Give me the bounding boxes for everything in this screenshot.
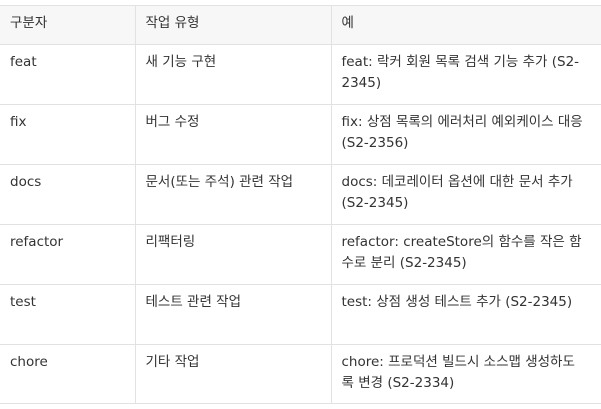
example-cell: fix: 상점 목록의 에러처리 예외케이스 대응 (S2-2356) [330,104,601,165]
desc-cell: 버그 수정 [134,104,332,165]
example-cell: feat: 락커 회원 목록 검색 기능 추가 (S2-2345) [330,44,601,105]
table-row: feat 새 기능 구현 feat: 락커 회원 목록 검색 기능 추가 (S2… [0,44,601,105]
table-row: chore 기타 작업 chore: 프로덕션 빌드시 소스맵 생성하도록 변경… [0,344,601,404]
table-row: fix 버그 수정 fix: 상점 목록의 에러처리 예외케이스 대응 (S2-… [0,104,601,165]
example-cell: refactor: createStore의 함수를 작은 함수로 분리 (S2… [330,224,601,285]
type-cell: feat [0,44,136,105]
example-cell: docs: 데코레이터 옵션에 대한 문서 추가 (S2-2345) [330,164,601,225]
commit-convention-table: 구분자 작업 유형 예 feat 새 기능 구현 feat: 락커 회원 목록 … [0,5,601,404]
header-row: 구분자 작업 유형 예 [0,5,601,45]
header-work-type: 작업 유형 [134,5,332,45]
table-header: 구분자 작업 유형 예 [0,5,601,45]
example-cell: chore: 프로덕션 빌드시 소스맵 생성하도록 변경 (S2-2334) [330,344,601,404]
table-row: test 테스트 관련 작업 test: 상점 생성 테스트 추가 (S2-23… [0,284,601,345]
table-body: feat 새 기능 구현 feat: 락커 회원 목록 검색 기능 추가 (S2… [0,44,601,404]
desc-cell: 기타 작업 [134,344,332,404]
type-cell: fix [0,104,136,165]
header-example: 예 [330,5,601,45]
desc-cell: 새 기능 구현 [134,44,332,105]
type-cell: refactor [0,224,136,285]
desc-cell: 리팩터링 [134,224,332,285]
table-row: refactor 리팩터링 refactor: createStore의 함수를… [0,224,601,285]
type-cell: chore [0,344,136,404]
desc-cell: 테스트 관련 작업 [134,284,332,345]
table-row: docs 문서(또는 주석) 관련 작업 docs: 데코레이터 옵션에 대한 … [0,164,601,225]
desc-cell: 문서(또는 주석) 관련 작업 [134,164,332,225]
example-cell: test: 상점 생성 테스트 추가 (S2-2345) [330,284,601,345]
header-type: 구분자 [0,5,136,45]
type-cell: test [0,284,136,345]
type-cell: docs [0,164,136,225]
